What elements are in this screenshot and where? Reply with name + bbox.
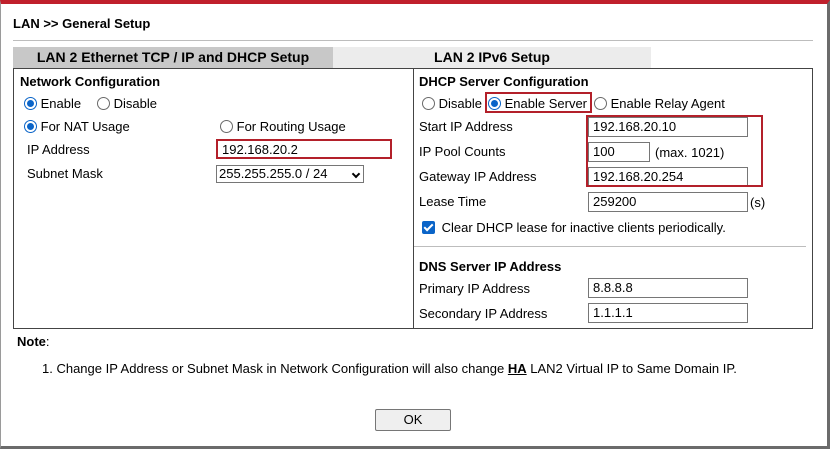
nat-usage-option[interactable]: For NAT Usage bbox=[24, 119, 130, 134]
ha-link[interactable]: HA bbox=[508, 361, 527, 376]
dhcp-disable-radio[interactable] bbox=[422, 97, 435, 110]
routing-usage-radio[interactable] bbox=[220, 120, 233, 133]
tab-lan2-ethernet[interactable]: LAN 2 Ethernet TCP / IP and DHCP Setup bbox=[13, 47, 333, 68]
note-label: Note: bbox=[17, 334, 50, 349]
nat-usage-label: For NAT Usage bbox=[40, 119, 130, 134]
network-enable-option[interactable]: Enable bbox=[24, 96, 81, 111]
start-ip-label: Start IP Address bbox=[419, 119, 513, 134]
dhcp-relay-option[interactable]: Enable Relay Agent bbox=[594, 96, 725, 111]
gateway-ip-label: Gateway IP Address bbox=[419, 169, 537, 184]
dns-section-separator bbox=[414, 246, 806, 247]
lease-time-input[interactable]: 259200 bbox=[588, 192, 748, 212]
dhcp-disable-label: Disable bbox=[438, 96, 482, 111]
primary-dns-input[interactable]: 8.8.8.8 bbox=[588, 278, 748, 298]
clear-lease-checkbox[interactable] bbox=[422, 221, 435, 234]
network-config-title: Network Configuration bbox=[20, 74, 161, 89]
secondary-dns-label: Secondary IP Address bbox=[419, 306, 548, 321]
dhcp-config-title: DHCP Server Configuration bbox=[419, 74, 589, 89]
note-text-after: LAN2 Virtual IP to Same Domain IP. bbox=[526, 361, 737, 376]
title-divider bbox=[13, 40, 813, 41]
panel-column-divider bbox=[413, 68, 414, 329]
enable-server-highlight bbox=[485, 92, 592, 113]
ok-button[interactable]: OK bbox=[375, 409, 451, 431]
network-disable-label: Disable bbox=[113, 96, 157, 111]
note-text-before: 1. Change IP Address or Subnet Mask in N… bbox=[42, 361, 508, 376]
network-disable-option[interactable]: Disable bbox=[97, 96, 157, 111]
primary-dns-label: Primary IP Address bbox=[419, 281, 531, 296]
network-enable-radio[interactable] bbox=[24, 97, 37, 110]
dhcp-range-highlight bbox=[586, 115, 763, 187]
note-text: 1. Change IP Address or Subnet Mask in N… bbox=[42, 361, 737, 376]
dhcp-relay-radio[interactable] bbox=[594, 97, 607, 110]
note-colon: : bbox=[45, 334, 50, 349]
routing-usage-label: For Routing Usage bbox=[236, 119, 346, 134]
network-enable-label: Enable bbox=[40, 96, 82, 111]
dhcp-relay-label: Enable Relay Agent bbox=[610, 96, 725, 111]
clear-lease-option[interactable]: Clear DHCP lease for inactive clients pe… bbox=[422, 220, 726, 235]
network-disable-radio[interactable] bbox=[97, 97, 110, 110]
dhcp-disable-option[interactable]: Disable bbox=[422, 96, 482, 111]
ip-pool-label: IP Pool Counts bbox=[419, 144, 506, 159]
clear-lease-label: Clear DHCP lease for inactive clients pe… bbox=[441, 220, 726, 235]
page-title: LAN >> General Setup bbox=[13, 16, 151, 31]
chevron-down-icon bbox=[351, 169, 361, 179]
note-label-text: Note bbox=[17, 334, 46, 349]
dns-title: DNS Server IP Address bbox=[419, 259, 562, 274]
tab-lan2-ipv6[interactable]: LAN 2 IPv6 Setup bbox=[333, 47, 651, 68]
ip-address-label: IP Address bbox=[27, 142, 90, 157]
secondary-dns-input[interactable]: 1.1.1.1 bbox=[588, 303, 748, 323]
subnet-mask-select[interactable]: 255.255.255.0 / 24 bbox=[216, 165, 364, 183]
routing-usage-option[interactable]: For Routing Usage bbox=[220, 119, 346, 134]
lease-time-label: Lease Time bbox=[419, 194, 487, 209]
ip-address-input[interactable]: 192.168.20.2 bbox=[216, 139, 392, 159]
subnet-mask-value: 255.255.255.0 / 24 bbox=[219, 166, 328, 181]
nat-usage-radio[interactable] bbox=[24, 120, 37, 133]
lease-time-unit: (s) bbox=[750, 195, 766, 210]
subnet-mask-label: Subnet Mask bbox=[27, 166, 103, 181]
